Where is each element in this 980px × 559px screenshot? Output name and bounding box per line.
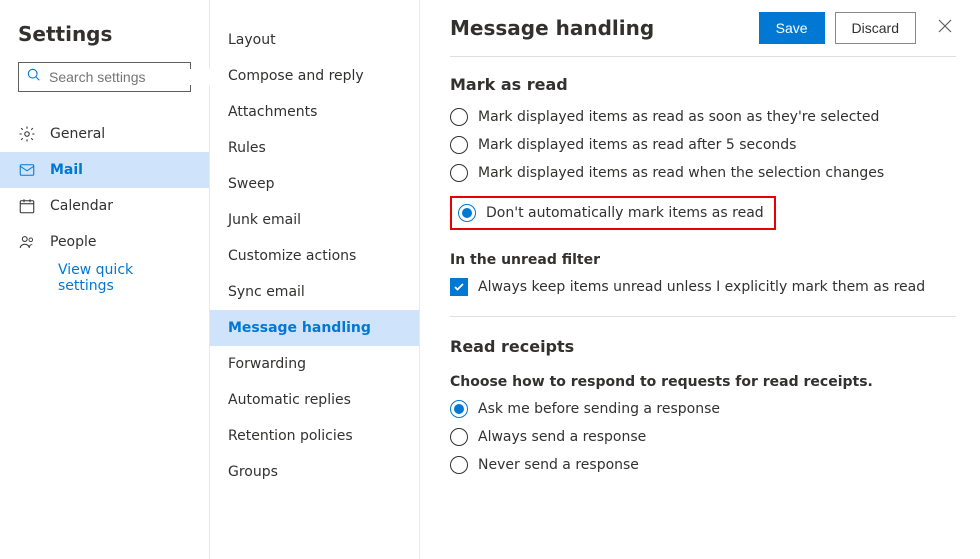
checkbox-keep-unread[interactable]: Always keep items unread unless I explic… <box>450 278 956 296</box>
nav-quick-settings[interactable]: View quick settings <box>0 260 209 296</box>
settings-sidebar: Settings General Mail <box>0 0 210 559</box>
radio-mark-selection[interactable]: Mark displayed items as read when the se… <box>450 164 956 182</box>
checkbox-icon <box>450 278 468 296</box>
save-button[interactable]: Save <box>759 12 825 44</box>
nav-mail[interactable]: Mail <box>0 152 209 188</box>
nav-quick-settings-label: View quick settings <box>58 262 191 294</box>
mid-attachments[interactable]: Attachments <box>210 94 419 130</box>
mid-message-handling[interactable]: Message handling <box>210 310 419 346</box>
search-settings-input[interactable] <box>18 62 191 92</box>
mid-groups[interactable]: Groups <box>210 454 419 490</box>
gear-icon <box>18 125 36 143</box>
checkbox-label: Always keep items unread unless I explic… <box>478 279 925 295</box>
radio-icon <box>450 136 468 154</box>
read-receipts-title: Read receipts <box>450 337 956 356</box>
nav-people-label: People <box>50 234 97 250</box>
radio-label: Ask me before sending a response <box>478 401 720 417</box>
nav-mail-label: Mail <box>50 162 83 178</box>
mid-sync[interactable]: Sync email <box>210 274 419 310</box>
nav-calendar[interactable]: Calendar <box>0 188 209 224</box>
mid-compose[interactable]: Compose and reply <box>210 58 419 94</box>
radio-icon <box>450 456 468 474</box>
mail-subsection-nav: Layout Compose and reply Attachments Rul… <box>210 0 420 559</box>
people-icon <box>18 233 36 251</box>
unread-filter-title: In the unread filter <box>450 252 956 268</box>
settings-title: Settings <box>0 22 209 62</box>
divider <box>450 316 956 317</box>
search-icon <box>27 68 41 86</box>
mid-retention[interactable]: Retention policies <box>210 418 419 454</box>
nav-general-label: General <box>50 126 105 142</box>
nav-general[interactable]: General <box>0 116 209 152</box>
radio-icon <box>450 400 468 418</box>
radio-label: Mark displayed items as read as soon as … <box>478 109 879 125</box>
radio-label: Mark displayed items as read after 5 sec… <box>478 137 796 153</box>
nav-calendar-label: Calendar <box>50 198 113 214</box>
radio-icon <box>450 428 468 446</box>
radio-icon <box>458 204 476 222</box>
radio-label: Always send a response <box>478 429 646 445</box>
read-receipts-description: Choose how to respond to requests for re… <box>450 374 956 390</box>
radio-mark-after5[interactable]: Mark displayed items as read after 5 sec… <box>450 136 956 154</box>
radio-mark-soon[interactable]: Mark displayed items as read as soon as … <box>450 108 956 126</box>
radio-label: Mark displayed items as read when the se… <box>478 165 884 181</box>
mid-rules[interactable]: Rules <box>210 130 419 166</box>
settings-panel: Message handling Save Discard Mark as re… <box>420 0 980 559</box>
radio-label: Never send a response <box>478 457 639 473</box>
mid-sweep[interactable]: Sweep <box>210 166 419 202</box>
mail-icon <box>18 161 36 179</box>
mid-junk[interactable]: Junk email <box>210 202 419 238</box>
panel-title: Message handling <box>450 16 759 40</box>
mid-customize[interactable]: Customize actions <box>210 238 419 274</box>
mid-layout[interactable]: Layout <box>210 22 419 58</box>
mid-forwarding[interactable]: Forwarding <box>210 346 419 382</box>
calendar-icon <box>18 197 36 215</box>
nav-people[interactable]: People <box>0 224 209 260</box>
close-icon[interactable] <box>934 15 956 41</box>
radio-receipt-ask[interactable]: Ask me before sending a response <box>450 400 956 418</box>
radio-mark-dont[interactable]: Don't automatically mark items as read <box>458 204 764 222</box>
mid-auto-replies[interactable]: Automatic replies <box>210 382 419 418</box>
radio-label: Don't automatically mark items as read <box>486 205 764 221</box>
highlight-annotation: Don't automatically mark items as read <box>450 196 776 230</box>
radio-icon <box>450 108 468 126</box>
search-settings-field[interactable] <box>49 69 230 85</box>
radio-receipt-never[interactable]: Never send a response <box>450 456 956 474</box>
discard-button[interactable]: Discard <box>835 12 916 44</box>
radio-receipt-always[interactable]: Always send a response <box>450 428 956 446</box>
mark-as-read-title: Mark as read <box>450 75 956 94</box>
radio-icon <box>450 164 468 182</box>
